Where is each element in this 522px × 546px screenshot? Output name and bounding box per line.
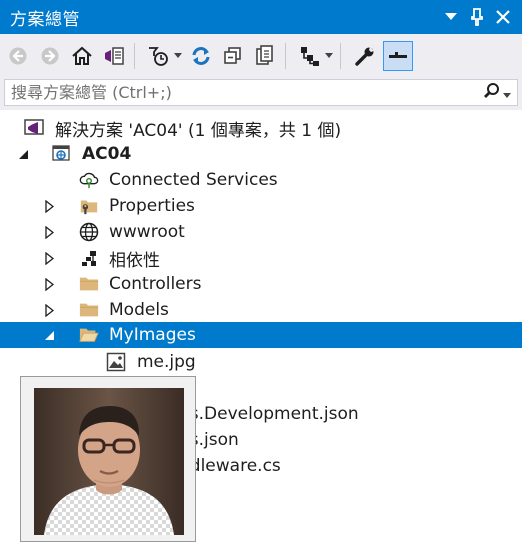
class-view-dropdown-icon[interactable] (324, 42, 334, 70)
web-project-icon (52, 144, 72, 164)
tree-item[interactable]: Connected Services (0, 167, 522, 193)
tree-item[interactable]: Models (0, 297, 522, 323)
connected-services-icon (79, 170, 99, 190)
sync-icon[interactable] (187, 42, 215, 70)
tree-item-label: Models (109, 300, 169, 320)
toolbar (0, 34, 522, 77)
close-icon[interactable] (492, 6, 514, 28)
collapsed-arrow-icon[interactable] (43, 225, 55, 239)
dependencies-icon (79, 248, 99, 268)
solution-icon (24, 118, 44, 138)
folder-icon (79, 300, 99, 320)
folder-icon (79, 274, 99, 294)
search-bar (0, 77, 522, 110)
tree-item[interactable]: 相依性 (0, 245, 522, 271)
tree-item[interactable]: Properties (0, 193, 522, 219)
tree-item[interactable]: me.jpg (0, 349, 522, 375)
tree-item-label: me.jpg (137, 352, 196, 372)
globe-icon (79, 222, 99, 242)
forward-icon[interactable] (36, 42, 64, 70)
search-options-dropdown-icon[interactable] (503, 83, 511, 102)
search-icon[interactable] (483, 82, 501, 104)
filter-dropdown-icon[interactable] (173, 42, 183, 70)
tree-item-label: AC04 (82, 144, 132, 164)
expanded-arrow-icon[interactable] (17, 148, 29, 160)
properties-wrench-icon[interactable] (351, 42, 379, 70)
tree-item-project[interactable]: AC04 (0, 141, 522, 167)
toolbar-separator (340, 42, 341, 69)
tree-item-label: Controllers (109, 274, 202, 294)
tree-item-label: 解決方案 'AC04' (1 個專案，共 1 個) (55, 120, 342, 141)
collapsed-arrow-icon[interactable] (43, 199, 55, 213)
tree-item-label: MyImages (109, 325, 196, 345)
tree-item-selected[interactable]: MyImages (0, 322, 522, 348)
collapsed-arrow-icon[interactable] (43, 277, 55, 291)
tree-item-solution[interactable]: 解決方案 'AC04' (1 個專案，共 1 個) (0, 115, 522, 141)
tree-item-label: wwwroot (109, 222, 185, 242)
pin-icon[interactable] (466, 6, 488, 28)
toolbar-separator (285, 42, 286, 69)
properties-folder-icon (79, 196, 99, 216)
image-preview-tooltip (20, 376, 196, 542)
class-view-icon[interactable] (296, 42, 324, 70)
search-input[interactable] (5, 82, 483, 103)
collapse-all-icon[interactable] (219, 42, 247, 70)
switch-views-icon[interactable] (100, 42, 128, 70)
open-folder-icon (79, 325, 99, 345)
show-all-files-icon[interactable] (251, 42, 279, 70)
window-menu-dropdown-icon[interactable] (440, 6, 462, 28)
tree-item-label: 相依性 (109, 250, 160, 271)
collapsed-arrow-icon[interactable] (43, 303, 55, 317)
search-box (4, 79, 518, 106)
expanded-arrow-icon[interactable] (43, 329, 55, 341)
tree-item[interactable]: wwwroot (0, 219, 522, 245)
window-title: 方案總管 (10, 9, 80, 30)
image-file-icon (106, 352, 126, 372)
pending-changes-filter-icon[interactable] (145, 42, 173, 70)
tree-item-label: Properties (109, 196, 195, 216)
tree-item[interactable]: Controllers (0, 271, 522, 297)
preview-photo (34, 388, 184, 535)
title-bar: 方案總管 (0, 0, 522, 34)
toolbar-separator (134, 42, 135, 69)
tree-item-label: Connected Services (109, 170, 278, 190)
home-icon[interactable] (68, 42, 96, 70)
preview-selected-items-icon[interactable] (383, 40, 413, 71)
back-icon[interactable] (4, 42, 32, 70)
tree-item-label: gs.Development.json (179, 404, 359, 424)
collapsed-arrow-icon[interactable] (43, 251, 55, 265)
